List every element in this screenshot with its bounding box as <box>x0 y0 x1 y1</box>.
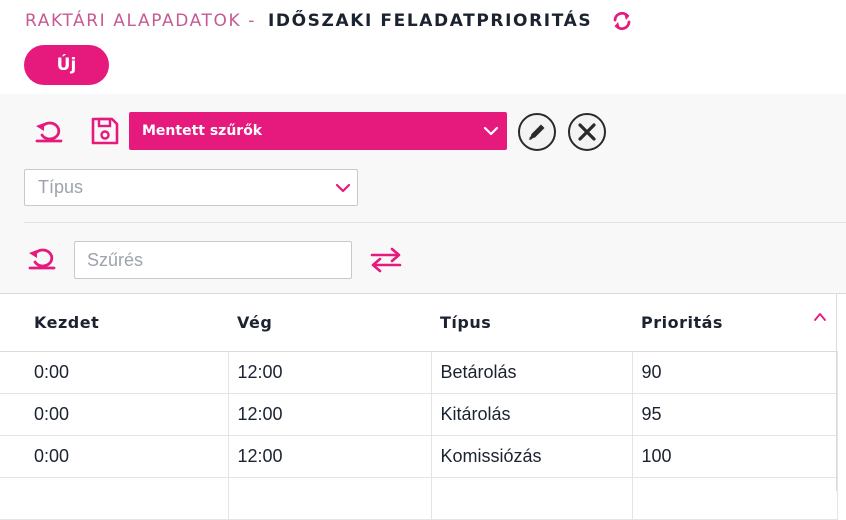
cell-start: 0:00 <box>0 393 229 436</box>
breadcrumb-prefix: RAKTÁRI ALAPADATOK - <box>25 11 256 31</box>
cell-type: Komissiózás <box>431 435 633 478</box>
divider <box>24 222 846 223</box>
new-button[interactable]: Új <box>24 45 109 85</box>
pencil-icon <box>529 124 545 140</box>
cell-end: 12:00 <box>228 435 432 478</box>
refresh-icon[interactable] <box>610 9 634 33</box>
cell-empty <box>431 477 633 520</box>
edit-filter-button[interactable] <box>518 113 556 151</box>
reset-filter-icon[interactable] <box>26 243 58 275</box>
cell-start: 0:00 <box>0 435 229 478</box>
delete-filter-button[interactable] <box>568 113 606 151</box>
data-table: Kezdet Vég Típus Prioritás 0:00 12:00 Be… <box>0 294 838 520</box>
cell-type: Betárolás <box>431 351 633 394</box>
type-select-placeholder: Típus <box>38 177 84 197</box>
data-table-container: Kezdet Vég Típus Prioritás 0:00 12:00 Be… <box>0 293 846 520</box>
cell-end: 12:00 <box>228 393 432 436</box>
table-row[interactable]: 0:00 12:00 Komissiózás 100 <box>0 435 838 478</box>
column-header-priority[interactable]: Prioritás <box>632 294 837 352</box>
cell-priority: 100 <box>632 435 838 478</box>
column-header-start[interactable]: Kezdet <box>0 294 228 352</box>
chevron-down-icon <box>335 183 351 193</box>
column-header-end[interactable]: Vég <box>228 294 431 352</box>
cell-empty <box>632 477 838 520</box>
table-right-border <box>836 293 837 491</box>
column-header-label: Kezdet <box>34 312 100 332</box>
filter-input[interactable] <box>74 241 352 279</box>
column-header-label: Típus <box>440 312 492 332</box>
column-header-label: Vég <box>237 312 273 332</box>
cell-start: 0:00 <box>0 351 229 394</box>
cell-empty <box>228 477 432 520</box>
save-icon[interactable] <box>89 115 121 147</box>
table-row[interactable]: 0:00 12:00 Kitárolás 95 <box>0 393 838 436</box>
cell-empty <box>0 477 229 520</box>
cell-type: Kitárolás <box>431 393 633 436</box>
cell-priority: 95 <box>632 393 838 436</box>
table-header-row: Kezdet Vég Típus Prioritás <box>0 294 837 352</box>
table-row[interactable]: 0:00 12:00 Betárolás 90 <box>0 351 838 394</box>
saved-filters-select[interactable]: Mentett szűrők <box>129 112 507 150</box>
column-header-type[interactable]: Típus <box>431 294 632 352</box>
reset-saved-filter-icon[interactable] <box>33 116 65 148</box>
close-icon <box>578 123 596 141</box>
cell-end: 12:00 <box>228 351 432 394</box>
column-header-label: Prioritás <box>641 312 723 332</box>
table-row[interactable] <box>0 477 838 520</box>
chevron-up-icon[interactable] <box>813 310 827 324</box>
saved-filters-label: Mentett szűrők <box>142 123 263 139</box>
cell-priority: 90 <box>632 351 838 394</box>
title-row: RAKTÁRI ALAPADATOK - IDŐSZAKI FELADATPRI… <box>25 9 634 33</box>
type-select[interactable]: Típus <box>24 169 358 206</box>
swap-icon[interactable] <box>368 244 404 276</box>
chevron-down-icon <box>483 126 499 136</box>
page-title: IDŐSZAKI FELADATPRIORITÁS <box>267 11 593 31</box>
page-header: RAKTÁRI ALAPADATOK - IDŐSZAKI FELADATPRI… <box>0 0 846 94</box>
